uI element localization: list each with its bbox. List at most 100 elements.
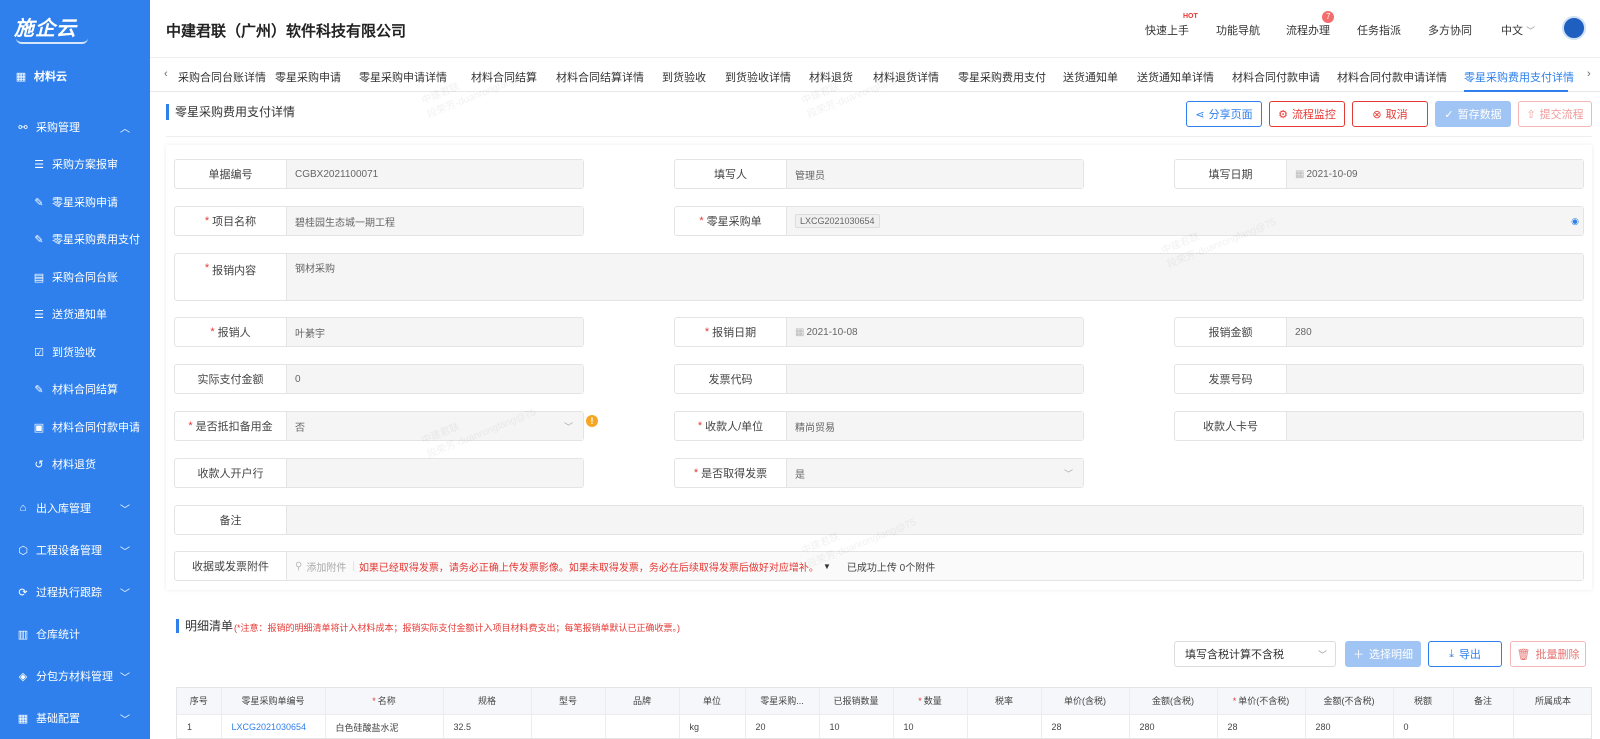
export-button[interactable]: ⤓ 导出: [1428, 641, 1502, 667]
col-header: 已报销数量: [819, 688, 894, 714]
user-avatar[interactable]: [1562, 16, 1586, 40]
petty-order-tag[interactable]: LXCG2021030654: [795, 214, 880, 228]
sidebar-item-contract-ledger[interactable]: ▤ 采购合同台账: [0, 262, 150, 292]
sidebar-item-petty-payment[interactable]: ✎ 零星采购费用支付: [0, 224, 150, 254]
deduct-reserve-select[interactable]: 否 ﹀: [287, 412, 583, 440]
field-label: * 是否取得发票: [675, 459, 787, 487]
remark-input[interactable]: [287, 506, 1583, 534]
tab-contract-payment-detail[interactable]: 材料合同付款申请详情: [1337, 69, 1447, 85]
sidebar-item-petty-request[interactable]: ✎ 零星采购申请: [0, 187, 150, 217]
tab-contract-settlement[interactable]: 材料合同结算: [471, 69, 537, 85]
sidebar-group-basic-config[interactable]: ▦ 基础配置 ﹀: [0, 703, 150, 733]
cell-remark[interactable]: [1453, 713, 1514, 738]
cell-price-excl[interactable]: 28: [1217, 713, 1306, 738]
sidebar-item-delivery-notice[interactable]: ☰ 送货通知单: [0, 299, 150, 329]
payee-bank-input[interactable]: [287, 459, 583, 487]
field-got-invoice: * 是否取得发票是 ﹀: [674, 458, 1084, 488]
doc-no-input[interactable]: CGBX2021100071: [287, 160, 583, 188]
field-doc-no: 单据编号 CGBX2021100071: [174, 159, 584, 189]
wallet-icon: ◈: [18, 670, 28, 683]
got-invoice-select[interactable]: 是 ﹀: [787, 459, 1083, 487]
cell-qty[interactable]: 10: [893, 713, 968, 738]
claim-date-input[interactable]: ▦ 2021-10-08: [787, 318, 1083, 346]
logo-swoosh: [16, 38, 88, 44]
tab-contract-payment[interactable]: 材料合同付款申请: [1232, 69, 1320, 85]
cell-amount-incl: 280: [1129, 713, 1218, 738]
sidebar-item-contract-settlement[interactable]: ✎ 材料合同结算: [0, 374, 150, 404]
language-select[interactable]: 中文 ﹀: [1501, 22, 1535, 38]
sidebar-group-purchase[interactable]: ⚯ 采购管理 ︿: [0, 112, 150, 142]
nav-collaboration[interactable]: 多方协同: [1428, 22, 1472, 38]
flow-monitor-button[interactable]: ⚙ 流程监控: [1269, 101, 1345, 127]
sidebar-item-contract-payment[interactable]: ▣ 材料合同付款申请: [0, 412, 150, 442]
sidebar-item-material-return[interactable]: ↺ 材料退货: [0, 449, 150, 479]
nav-workflow[interactable]: 流程办理: [1286, 22, 1330, 38]
invoice-code-input[interactable]: [787, 365, 1083, 393]
tab-petty-payment-detail[interactable]: 零星采购费用支付详情: [1464, 69, 1574, 85]
brand-logo[interactable]: 施企云: [14, 12, 77, 41]
warning-icon[interactable]: !: [586, 415, 598, 427]
fill-date-input[interactable]: ▦ 2021-10-09: [1287, 160, 1583, 188]
col-header: 零星采购单编号: [221, 688, 326, 714]
nav-quick-start[interactable]: 快速上手: [1145, 22, 1189, 38]
tab-material-return[interactable]: 材料退货: [809, 69, 853, 85]
sidebar-item-purchase-plan[interactable]: ☰ 采购方案报审: [0, 149, 150, 179]
batch-delete-button[interactable]: 🗑 批量删除: [1510, 641, 1586, 667]
field-project: * 项目名称 碧桂园生态城一期工程: [174, 206, 584, 236]
choose-label: 选择明细: [1369, 649, 1413, 661]
actual-amount-input[interactable]: 0: [287, 365, 583, 393]
sidebar-group-subcontract[interactable]: ◈ 分包方材料管理 ﹀: [0, 661, 150, 691]
save-draft-button[interactable]: ✓ 暂存数据: [1435, 101, 1511, 127]
sidebar-group-inout[interactable]: ⌂ 出入库管理 ﹀: [0, 493, 150, 523]
sidebar-group-tracking[interactable]: ⟳ 过程执行跟踪 ﹀: [0, 577, 150, 607]
tab-delivery-notice-detail[interactable]: 送货通知单详情: [1137, 69, 1214, 85]
share-page-button[interactable]: ⋖ 分享页面: [1186, 101, 1262, 127]
claim-content-textarea[interactable]: 钢材采购: [287, 254, 1583, 300]
tab-delivery-notice[interactable]: 送货通知单: [1063, 69, 1118, 85]
page-title: 零星采购费用支付详情: [166, 104, 295, 120]
tax-calc-select[interactable]: 填写含税计算不含税 ﹀: [1174, 641, 1336, 667]
tab-petty-request[interactable]: 零星采购申请: [275, 69, 341, 85]
sidebar-item-arrival-check[interactable]: ☑ 到货验收: [0, 337, 150, 367]
plus-icon: ＋: [1353, 649, 1364, 661]
tab-contract-ledger-detail[interactable]: 采购合同台账详情: [178, 69, 266, 85]
tab-material-return-detail[interactable]: 材料退货详情: [873, 69, 939, 85]
choose-detail-button[interactable]: ＋ 选择明细: [1345, 641, 1421, 667]
company-name: 中建君联（广州）软件科技有限公司: [166, 23, 407, 40]
tab-arrival-check-detail[interactable]: 到货验收详情: [725, 69, 791, 85]
table-row[interactable]: 1 LXCG2021030654 白色硅酸盐水泥 32.5 kg 20 10 1…: [177, 713, 1591, 738]
nav-task-assign[interactable]: 任务指派: [1357, 22, 1401, 38]
eye-icon[interactable]: ◉: [1571, 216, 1579, 227]
submit-flow-button[interactable]: ⇧ 提交流程: [1518, 101, 1592, 127]
invoice-no-input[interactable]: [1287, 365, 1583, 393]
petty-order-input[interactable]: LXCG2021030654 ◉: [787, 207, 1583, 235]
tab-scroll-right-icon[interactable]: ›: [1587, 68, 1591, 80]
claimant-input[interactable]: 叶綦宇: [287, 318, 583, 346]
tab-arrival-check[interactable]: 到货验收: [662, 69, 706, 85]
sidebar-item-material-cloud[interactable]: ▦ 材料云: [0, 61, 150, 91]
cell-po-link[interactable]: LXCG2021030654: [221, 713, 326, 738]
edit-doc-icon: ✎: [34, 196, 44, 209]
cancel-button[interactable]: ⊗ 取消: [1352, 101, 1428, 127]
check-doc-icon: ☑: [34, 346, 44, 359]
upload-icon: ⇧: [1526, 108, 1536, 121]
add-attachment-button[interactable]: 添加附件: [306, 559, 346, 574]
tab-contract-settlement-detail[interactable]: 材料合同结算详情: [556, 69, 644, 85]
sidebar-group-warehouse[interactable]: ▥ 仓库统计: [0, 619, 150, 649]
tab-petty-request-detail[interactable]: 零星采购申请详情: [359, 69, 447, 85]
edit-doc-icon: ✎: [34, 233, 44, 246]
sidebar-group-equipment[interactable]: ⬡ 工程设备管理 ﹀: [0, 535, 150, 565]
payee-input[interactable]: 精尚贸易: [787, 412, 1083, 440]
nav-function[interactable]: 功能导航: [1216, 22, 1260, 38]
filler-input[interactable]: 管理员: [787, 160, 1083, 188]
project-input[interactable]: 碧桂园生态城一期工程: [287, 207, 583, 235]
caret-down-icon[interactable]: ▼: [823, 562, 831, 571]
claim-amount-input[interactable]: 280: [1287, 318, 1583, 346]
calendar-icon: ▦: [795, 326, 805, 338]
cell-tax-rate[interactable]: [967, 713, 1042, 738]
tab-scroll-left-icon[interactable]: ‹: [164, 68, 168, 80]
tab-petty-payment[interactable]: 零星采购费用支付: [958, 69, 1046, 85]
submit-label: 提交流程: [1539, 109, 1584, 121]
payee-card-input[interactable]: [1287, 412, 1583, 440]
col-header-text: 名称: [377, 696, 396, 707]
